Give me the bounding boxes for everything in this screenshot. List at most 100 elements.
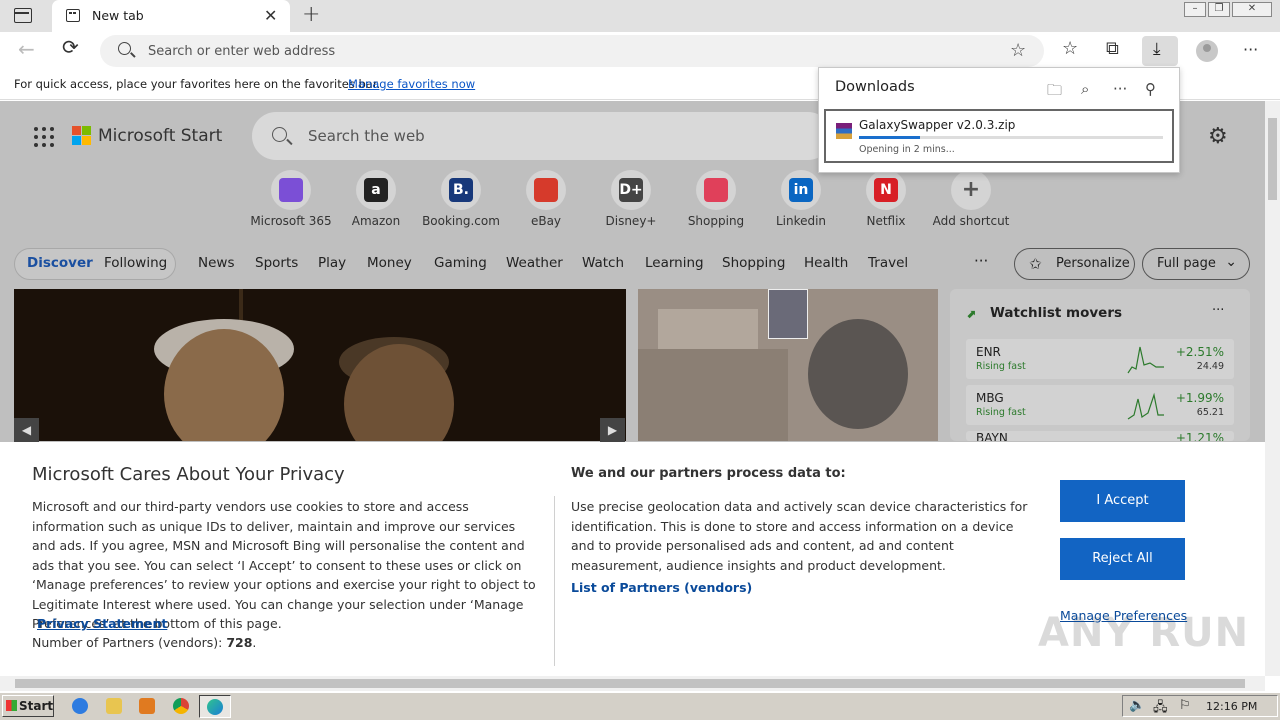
tab-following[interactable]: Following	[104, 255, 167, 271]
shortcut-glyph: B.	[449, 178, 473, 202]
more-options-icon[interactable]: ···	[1113, 80, 1127, 98]
shortcut-glyph: N	[874, 178, 898, 202]
stock-change: +1.21%	[1175, 431, 1224, 441]
watchlist-more-button[interactable]: ···	[1212, 303, 1224, 318]
tab-favicon-icon	[66, 9, 80, 22]
add-favorite-icon[interactable]: ☆	[1010, 40, 1026, 61]
process-body: Use precise geolocation data and activel…	[571, 499, 1028, 573]
tab-title: New tab	[92, 8, 144, 23]
nav-weather[interactable]: Weather	[506, 255, 563, 271]
page-layout-dropdown[interactable]: Full page ⌄	[1142, 248, 1250, 280]
personalize-label: Personalize	[1056, 256, 1130, 271]
privacy-body: Microsoft and our third-party vendors us…	[32, 499, 536, 631]
settings-more-icon[interactable]: ···	[1243, 40, 1258, 59]
download-item[interactable]: GalaxySwapper v2.0.3.zip Opening in 2 mi…	[824, 109, 1174, 163]
start-button[interactable]: Start	[2, 695, 54, 717]
stock-symbol: ENR	[976, 345, 1001, 359]
nav-more-button[interactable]: ···	[974, 252, 988, 270]
manage-preferences-link[interactable]: Manage Preferences	[1060, 608, 1187, 623]
brand-title[interactable]: Microsoft Start	[98, 126, 222, 146]
favorites-icon[interactable]: ☆	[1062, 38, 1078, 59]
close-window-button[interactable]: ✕	[1232, 2, 1272, 17]
shortcut-tile[interactable]: N Netflix	[841, 170, 931, 228]
clock: 12:16 PM	[1206, 700, 1258, 713]
shortcut-tile[interactable]: Microsoft 365	[246, 170, 336, 228]
refresh-icon[interactable]: ⟳	[62, 35, 79, 59]
nav-watch[interactable]: Watch	[582, 255, 624, 271]
search-icon	[272, 127, 287, 142]
nav-learning[interactable]: Learning	[645, 255, 704, 271]
manage-favorites-link[interactable]: Manage favorites now	[348, 77, 475, 91]
personalize-button[interactable]: ✩ Personalize	[1014, 248, 1135, 280]
shortcut-tile[interactable]: Shopping	[671, 170, 761, 228]
profile-avatar[interactable]	[1196, 40, 1218, 62]
personalize-icon: ✩	[1029, 255, 1042, 273]
carousel-prev-button[interactable]: ◀	[14, 418, 39, 442]
edge-taskbar-button[interactable]	[199, 695, 231, 718]
gear-icon[interactable]: ⚙	[1208, 124, 1228, 149]
downloads-button[interactable]: ⤓	[1142, 36, 1178, 66]
shortcut-tile[interactable]: D+ Disney+	[586, 170, 676, 228]
hero-image-card[interactable]	[14, 289, 626, 441]
shortcut-glyph	[704, 178, 728, 202]
news-image-card[interactable]	[638, 289, 938, 441]
tab-new-tab[interactable]: New tab ✕	[52, 0, 290, 32]
tab-actions-icon[interactable]	[14, 8, 32, 23]
nav-shopping[interactable]: Shopping	[722, 255, 785, 271]
pin-icon[interactable]: ⚲	[1145, 80, 1156, 98]
vertical-scroll-thumb[interactable]	[1268, 118, 1277, 200]
volume-icon[interactable]: 🔈	[1129, 698, 1145, 713]
list-partners-link[interactable]: List of Partners (vendors)	[571, 580, 752, 595]
stock-row[interactable]: BAYN +1.21%	[966, 431, 1234, 441]
stock-row[interactable]: MBG Rising fast +1.99% 65.21	[966, 385, 1234, 425]
shortcut-label: Booking.com	[422, 214, 500, 228]
stock-sparkline	[1127, 392, 1164, 420]
microsoft-logo-icon	[72, 126, 92, 146]
shortcut-tile[interactable]: a Amazon	[331, 170, 421, 228]
watchlist-card[interactable]: ⬈ Watchlist movers ··· ENR Rising fast +…	[950, 289, 1250, 441]
stock-row[interactable]: ENR Rising fast +2.51% 24.49	[966, 339, 1234, 379]
stock-price: 24.49	[1196, 361, 1224, 372]
start-label: Start	[19, 699, 54, 713]
shortcut-label: Disney+	[605, 214, 657, 228]
nav-gaming[interactable]: Gaming	[434, 255, 487, 271]
nav-health[interactable]: Health	[804, 255, 848, 271]
tab-close-button[interactable]: ✕	[264, 6, 277, 25]
nav-play[interactable]: Play	[318, 255, 346, 271]
shortcut-label: Shopping	[687, 214, 745, 228]
shortcut-tile[interactable]: B. Booking.com	[416, 170, 506, 228]
new-tab-button[interactable]: +	[302, 2, 320, 27]
stock-price: 65.21	[1196, 407, 1224, 418]
nav-travel[interactable]: Travel	[868, 255, 908, 271]
app-launcher-icon[interactable]	[34, 127, 54, 147]
shortcut-tile[interactable]: + Add shortcut	[926, 170, 1016, 228]
address-bar[interactable]: ☆	[100, 35, 1044, 67]
network-icon[interactable]: 🖧	[1153, 698, 1168, 720]
flag-icon[interactable]: ⚐	[1179, 698, 1191, 713]
back-arrow-icon[interactable]: ←	[18, 37, 35, 61]
shortcut-icon: B.	[441, 170, 481, 210]
reject-all-button[interactable]: Reject All	[1060, 538, 1185, 580]
nav-news[interactable]: News	[198, 255, 234, 271]
nav-sports[interactable]: Sports	[255, 255, 298, 271]
tab-discover[interactable]: Discover	[27, 255, 93, 271]
carousel-next-button[interactable]: ▶	[600, 418, 625, 442]
open-folder-icon[interactable]: 🗀	[1047, 80, 1062, 105]
address-input[interactable]	[148, 41, 968, 61]
shortcut-tile[interactable]: in Linkedin	[756, 170, 846, 228]
chrome-icon[interactable]	[173, 698, 189, 714]
internet-explorer-icon[interactable]	[72, 698, 88, 714]
restore-button[interactable]: ❐	[1208, 2, 1230, 17]
search-icon[interactable]: ⌕	[1081, 80, 1089, 98]
minimize-button[interactable]: –	[1184, 2, 1206, 17]
collections-icon[interactable]: ⧉	[1106, 38, 1119, 59]
nav-money[interactable]: Money	[367, 255, 412, 271]
web-search-box[interactable]: Search the web	[252, 112, 832, 160]
shortcut-icon	[526, 170, 566, 210]
accept-button[interactable]: I Accept	[1060, 480, 1185, 522]
horizontal-scroll-thumb[interactable]	[15, 679, 1245, 688]
folder-icon[interactable]	[106, 698, 122, 714]
shortcut-glyph	[534, 178, 558, 202]
shortcut-tile[interactable]: eBay	[501, 170, 591, 228]
media-player-icon[interactable]	[139, 698, 155, 714]
